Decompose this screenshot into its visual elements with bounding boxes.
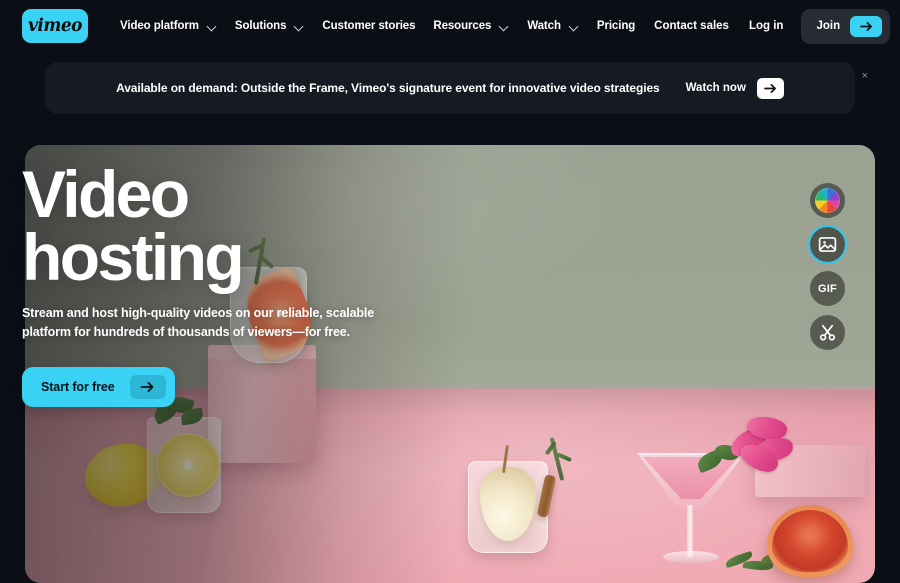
nav-label: Resources — [433, 20, 492, 32]
color-wheel-tool-button[interactable] — [810, 183, 845, 218]
start-for-free-button[interactable]: Start for free — [22, 367, 175, 408]
hero-title-line-2: hosting — [22, 220, 245, 295]
chevron-down-icon — [208, 22, 217, 31]
hero-tool-rail: GIF — [808, 183, 847, 350]
close-icon[interactable]: × — [862, 71, 868, 82]
nav-item-solutions[interactable]: Solutions — [226, 14, 314, 38]
chevron-down-icon — [500, 22, 509, 31]
nav-item-video-platform[interactable]: Video platform — [111, 14, 226, 38]
nav-label: Solutions — [234, 20, 287, 32]
image-tool-button[interactable] — [808, 225, 847, 264]
promo-banner: Available on demand: Outside the Frame, … — [45, 62, 868, 114]
arrow-right-icon — [850, 15, 883, 37]
scissors-icon — [819, 324, 836, 341]
hero-content: Video hosting Stream and host high-quali… — [22, 161, 422, 408]
contact-sales-link[interactable]: Contact sales — [644, 14, 739, 38]
scissors-tool-button[interactable] — [810, 315, 845, 350]
vimeo-landing-page: vimeo Video platform Solutions Customer … — [0, 0, 900, 583]
promo-banner-message: Available on demand: Outside the Frame, … — [116, 81, 660, 95]
site-header: vimeo Video platform Solutions Customer … — [0, 0, 900, 52]
watch-now-button[interactable]: Watch now — [685, 77, 784, 99]
color-wheel-icon — [815, 188, 840, 213]
watch-now-label: Watch now — [685, 82, 746, 94]
hero-subtitle: Stream and host high-quality videos on o… — [22, 305, 375, 340]
hero-title: Video hosting — [22, 161, 422, 290]
arrow-right-icon — [756, 77, 784, 99]
primary-navigation: Video platform Solutions Customer storie… — [111, 14, 644, 38]
gif-label: GIF — [818, 282, 837, 295]
vimeo-logo[interactable]: vimeo — [22, 9, 88, 43]
start-for-free-label: Start for free — [41, 380, 115, 395]
nav-label: Customer stories — [322, 20, 416, 32]
vimeo-logo-text: vimeo — [28, 15, 82, 37]
join-button[interactable]: Join — [801, 8, 891, 44]
chevron-down-icon — [570, 22, 579, 31]
log-in-link[interactable]: Log in — [739, 14, 794, 38]
nav-item-pricing[interactable]: Pricing — [588, 14, 644, 38]
image-icon — [818, 237, 837, 252]
gif-tool-button[interactable]: GIF — [810, 271, 845, 306]
nav-item-watch[interactable]: Watch — [518, 14, 588, 38]
header-actions: Contact sales Log in Join — [644, 8, 891, 44]
join-button-label: Join — [816, 20, 841, 32]
nav-item-resources[interactable]: Resources — [424, 14, 518, 38]
nav-label: Watch — [527, 20, 561, 32]
arrow-right-icon — [129, 375, 166, 400]
chevron-down-icon — [295, 22, 304, 31]
nav-item-customer-stories[interactable]: Customer stories — [313, 14, 424, 38]
nav-label: Video platform — [120, 20, 199, 32]
nav-label: Pricing — [596, 20, 636, 32]
